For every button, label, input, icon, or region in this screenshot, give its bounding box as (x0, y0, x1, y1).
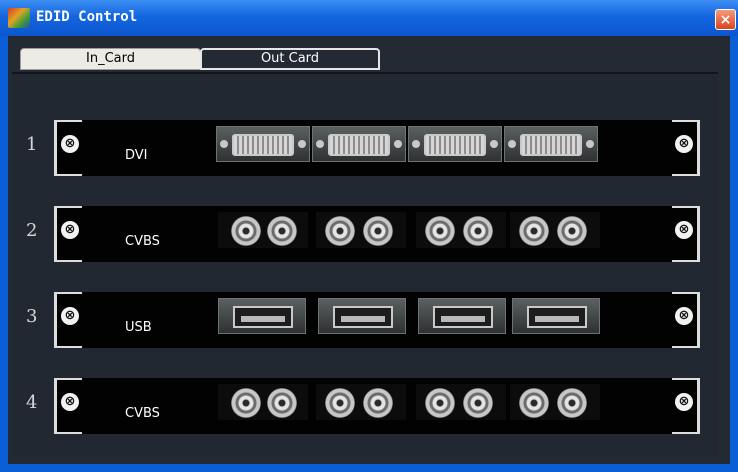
dvi-connector-icon (424, 134, 486, 156)
port-group-1[interactable] (218, 384, 308, 420)
screw-icon: ⊗ (61, 221, 79, 239)
input-card[interactable]: ⊗ ⊗ DVI (54, 120, 700, 176)
bnc-connector-icon (267, 388, 297, 418)
window-title: EDID Control (36, 9, 138, 25)
port-group-2[interactable] (312, 126, 406, 162)
screw-icon: ⊗ (61, 307, 79, 325)
slot-number: 1 (26, 134, 38, 155)
tab-in-card[interactable]: In_Card (20, 48, 201, 70)
port-group-2[interactable] (318, 298, 406, 334)
port-group-3[interactable] (418, 298, 506, 334)
card-bracket-right: ⊗ (672, 206, 700, 262)
screw-icon: ⊗ (61, 135, 79, 153)
input-card[interactable]: ⊗ ⊗ USB (54, 292, 700, 348)
screw-icon: ⊗ (61, 393, 79, 411)
input-card[interactable]: ⊗ ⊗ CVBS (54, 378, 700, 434)
usb-port-icon (527, 306, 587, 328)
card-bracket-right: ⊗ (672, 378, 700, 434)
usb-port-icon (333, 306, 393, 328)
bnc-connector-icon (557, 388, 587, 418)
card-bracket-left: ⊗ (54, 292, 82, 348)
bnc-connector-icon (519, 216, 549, 246)
bnc-connector-icon (519, 388, 549, 418)
port-group-4[interactable] (510, 384, 600, 420)
bnc-connector-icon (557, 216, 587, 246)
bnc-connector-icon (267, 216, 297, 246)
card-type-label: USB (125, 320, 152, 335)
bnc-connector-icon (325, 388, 355, 418)
port-group-2[interactable] (316, 212, 406, 248)
slot-number: 4 (26, 392, 38, 413)
usb-port-icon (233, 306, 293, 328)
close-icon: × (719, 12, 732, 28)
bnc-connector-icon (463, 216, 493, 246)
usb-port-icon (433, 306, 493, 328)
bnc-connector-icon (425, 388, 455, 418)
title-bar[interactable]: EDID Control × (0, 0, 738, 36)
port-group-1[interactable] (218, 298, 306, 334)
dvi-connector-icon (520, 134, 582, 156)
port-group-2[interactable] (316, 384, 406, 420)
port-group-1[interactable] (218, 212, 308, 248)
card-type-label: CVBS (125, 234, 160, 249)
port-group-4[interactable] (510, 212, 600, 248)
bnc-connector-icon (325, 216, 355, 246)
bnc-connector-icon (463, 388, 493, 418)
slot-3: 3 ⊗ ⊗ USB (12, 292, 718, 348)
bnc-connector-icon (231, 388, 261, 418)
card-bracket-left: ⊗ (54, 378, 82, 434)
tab-out-card[interactable]: Out Card (200, 48, 380, 70)
card-bracket-left: ⊗ (54, 120, 82, 176)
screw-icon: ⊗ (675, 307, 693, 325)
screw-icon: ⊗ (675, 393, 693, 411)
dvi-connector-icon (232, 134, 294, 156)
port-group-4[interactable] (512, 298, 600, 334)
tab-strip: In_Card Out Card (8, 36, 730, 72)
port-group-4[interactable] (504, 126, 598, 162)
slot-2: 2 ⊗ ⊗ CVBS (12, 206, 718, 262)
input-card[interactable]: ⊗ ⊗ CVBS (54, 206, 700, 262)
card-bracket-right: ⊗ (672, 120, 700, 176)
card-type-label: CVBS (125, 406, 160, 421)
card-bracket-right: ⊗ (672, 292, 700, 348)
port-group-3[interactable] (416, 212, 506, 248)
card-panel: 1 ⊗ ⊗ DVI 2 ⊗ ⊗ CVBS 3 ⊗ ⊗ USB 4 ⊗ ⊗ CVB… (12, 72, 718, 456)
dvi-connector-icon (328, 134, 390, 156)
bnc-connector-icon (363, 388, 393, 418)
bnc-connector-icon (231, 216, 261, 246)
app-icon (8, 8, 30, 28)
port-group-3[interactable] (408, 126, 502, 162)
bnc-connector-icon (425, 216, 455, 246)
card-bracket-left: ⊗ (54, 206, 82, 262)
port-group-3[interactable] (416, 384, 506, 420)
slot-number: 3 (26, 306, 38, 327)
slot-number: 2 (26, 220, 38, 241)
slot-1: 1 ⊗ ⊗ DVI (12, 120, 718, 176)
card-type-label: DVI (125, 148, 148, 163)
bnc-connector-icon (363, 216, 393, 246)
close-button[interactable]: × (715, 9, 736, 30)
screw-icon: ⊗ (675, 221, 693, 239)
edid-control-window: EDID Control × In_Card Out Card 1 ⊗ ⊗ DV… (0, 0, 738, 472)
slot-4: 4 ⊗ ⊗ CVBS (12, 378, 718, 434)
screw-icon: ⊗ (675, 135, 693, 153)
port-group-1[interactable] (216, 126, 310, 162)
